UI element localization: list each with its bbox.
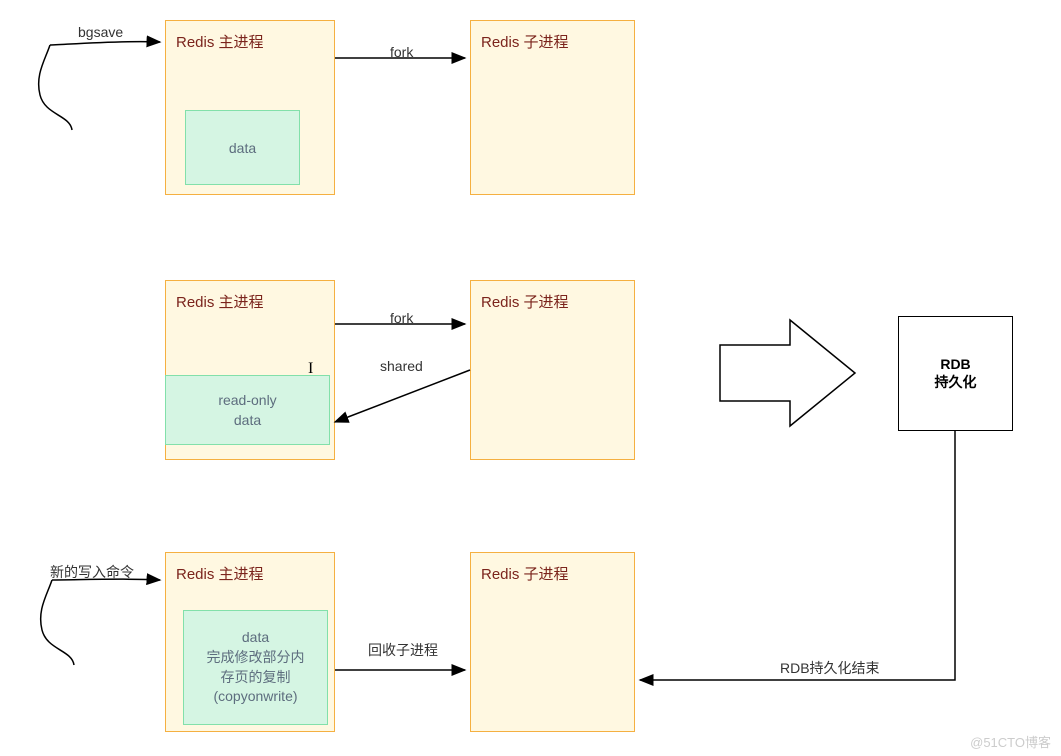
- shared-arrow: [335, 370, 470, 422]
- child-process-title-2: Redis 子进程: [481, 291, 624, 312]
- data-label-3d: (copyonwrite): [213, 687, 297, 707]
- write-cmd-label: 新的写入命令: [50, 562, 134, 582]
- rdb-line1: RDB: [940, 356, 970, 372]
- data-label-2: data: [234, 412, 261, 428]
- text-cursor: I: [308, 360, 313, 378]
- big-arrow-icon: [720, 320, 855, 426]
- data-label-3a: data: [242, 628, 269, 648]
- rdb-end-arrow: [640, 431, 955, 680]
- data-box-2: read-only data: [165, 375, 330, 445]
- data-label-3b: 完成修改部分内: [207, 648, 305, 668]
- readonly-label: read-only: [218, 392, 276, 408]
- bgsave-label: bgsave: [78, 24, 123, 40]
- shared-label: shared: [380, 358, 423, 374]
- child-process-title-1: Redis 子进程: [481, 31, 624, 52]
- rdb-end-label: RDB持久化结束: [780, 658, 880, 678]
- data-box-3: data 完成修改部分内 存页的复制 (copyonwrite): [183, 610, 328, 725]
- child-process-box-1: Redis 子进程: [470, 20, 635, 195]
- main-process-title-2: Redis 主进程: [176, 291, 324, 312]
- child-process-title-3: Redis 子进程: [481, 563, 624, 584]
- fork-label-1: fork: [390, 44, 413, 60]
- child-process-box-2: Redis 子进程: [470, 280, 635, 460]
- rdb-box: RDB 持久化: [898, 316, 1013, 431]
- child-process-box-3: Redis 子进程: [470, 552, 635, 732]
- data-label-1: data: [229, 140, 256, 156]
- rdb-line2: 持久化: [935, 372, 977, 392]
- bgsave-arrow: [50, 42, 160, 45]
- data-box-1: data: [185, 110, 300, 185]
- writecmd-tail: [41, 580, 74, 665]
- fork-label-2: fork: [390, 310, 413, 326]
- main-process-title-1: Redis 主进程: [176, 31, 324, 52]
- watermark: @51CTO博客: [970, 732, 1051, 751]
- data-label-3c: 存页的复制: [221, 668, 291, 688]
- collect-child-label: 回收子进程: [368, 640, 438, 660]
- main-process-title-3: Redis 主进程: [176, 563, 324, 584]
- bgsave-tail: [39, 45, 72, 130]
